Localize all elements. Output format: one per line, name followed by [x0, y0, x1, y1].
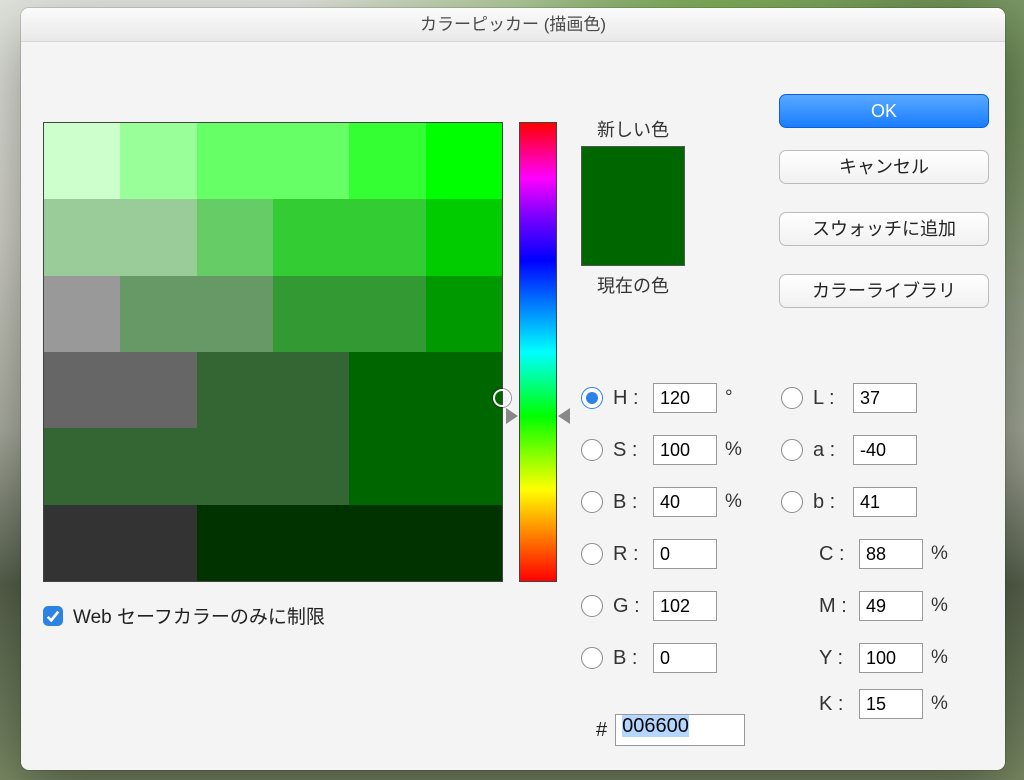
unit-h: ° — [725, 387, 753, 409]
unit-y: % — [931, 647, 959, 669]
input-hex[interactable]: 006600 — [615, 714, 745, 746]
label-r: R : — [613, 543, 653, 566]
input-g[interactable] — [653, 591, 717, 621]
cancel-button[interactable]: キャンセル — [779, 150, 989, 184]
input-L[interactable] — [853, 383, 917, 413]
radio-labb[interactable] — [781, 491, 803, 513]
label-k: K : — [819, 693, 859, 716]
color-library-button[interactable]: カラーライブラリ — [779, 274, 989, 308]
label-m: M : — [819, 595, 859, 618]
label-labb: b : — [813, 491, 853, 514]
color-swatch[interactable] — [581, 146, 685, 266]
swatch-block: 新しい色 現在の色 — [581, 116, 685, 298]
add-to-swatches-button[interactable]: スウォッチに追加 — [779, 212, 989, 246]
radio-hue[interactable] — [581, 387, 603, 409]
unit-b: % — [725, 491, 753, 513]
input-k[interactable] — [859, 689, 923, 719]
radio-a[interactable] — [781, 439, 803, 461]
label-y: Y : — [819, 647, 859, 670]
label-bR: B : — [613, 647, 653, 670]
button-column: OK キャンセル スウォッチに追加 カラーライブラリ — [779, 94, 989, 308]
websafe-checkbox[interactable] — [43, 606, 63, 626]
new-color-label: 新しい色 — [581, 116, 685, 142]
label-a: a : — [813, 439, 853, 462]
radio-bri[interactable] — [581, 491, 603, 513]
current-color-label: 現在の色 — [581, 272, 685, 298]
dialog-title: カラーピッカー (描画色) — [21, 8, 1005, 42]
radio-l[interactable] — [781, 387, 803, 409]
radio-bR[interactable] — [581, 647, 603, 669]
input-bri[interactable] — [653, 487, 717, 517]
hue-slider[interactable] — [519, 122, 557, 582]
input-m[interactable] — [859, 591, 923, 621]
label-s: S : — [613, 439, 653, 462]
input-a[interactable] — [853, 435, 917, 465]
radio-g[interactable] — [581, 595, 603, 617]
saturation-brightness-field[interactable] — [43, 122, 503, 582]
hash-symbol: # — [596, 719, 607, 742]
label-g: G : — [613, 595, 653, 618]
hex-row: # 006600 — [596, 714, 745, 746]
hue-cursor-right-icon — [558, 408, 570, 424]
radio-sat[interactable] — [581, 439, 603, 461]
input-hue[interactable] — [653, 383, 717, 413]
input-r[interactable] — [653, 539, 717, 569]
value-grid: H : ° L : S : % — [581, 372, 991, 724]
color-picker-dialog: カラーピッカー (描画色) 新しい色 現在の色 OK キャンセル スウォッチに追… — [21, 8, 1005, 770]
unit-m: % — [931, 595, 959, 617]
input-sat[interactable] — [653, 435, 717, 465]
label-bH: B : — [613, 491, 653, 514]
label-c: C : — [819, 543, 859, 566]
label-h: H : — [613, 387, 653, 410]
hue-cursor-left-icon — [506, 408, 518, 424]
label-L: L : — [813, 387, 853, 410]
input-y[interactable] — [859, 643, 923, 673]
input-labb[interactable] — [853, 487, 917, 517]
unit-k: % — [931, 693, 959, 715]
websafe-row: Web セーフカラーのみに制限 — [43, 602, 325, 629]
websafe-label: Web セーフカラーのみに制限 — [73, 602, 325, 629]
unit-c: % — [931, 543, 959, 565]
sb-cursor-icon[interactable] — [493, 389, 511, 407]
ok-button[interactable]: OK — [779, 94, 989, 128]
input-c[interactable] — [859, 539, 923, 569]
check-icon — [46, 609, 60, 623]
dialog-content: 新しい色 現在の色 OK キャンセル スウォッチに追加 カラーライブラリ H :… — [21, 42, 1005, 770]
radio-r[interactable] — [581, 543, 603, 565]
unit-s: % — [725, 439, 753, 461]
input-bR[interactable] — [653, 643, 717, 673]
